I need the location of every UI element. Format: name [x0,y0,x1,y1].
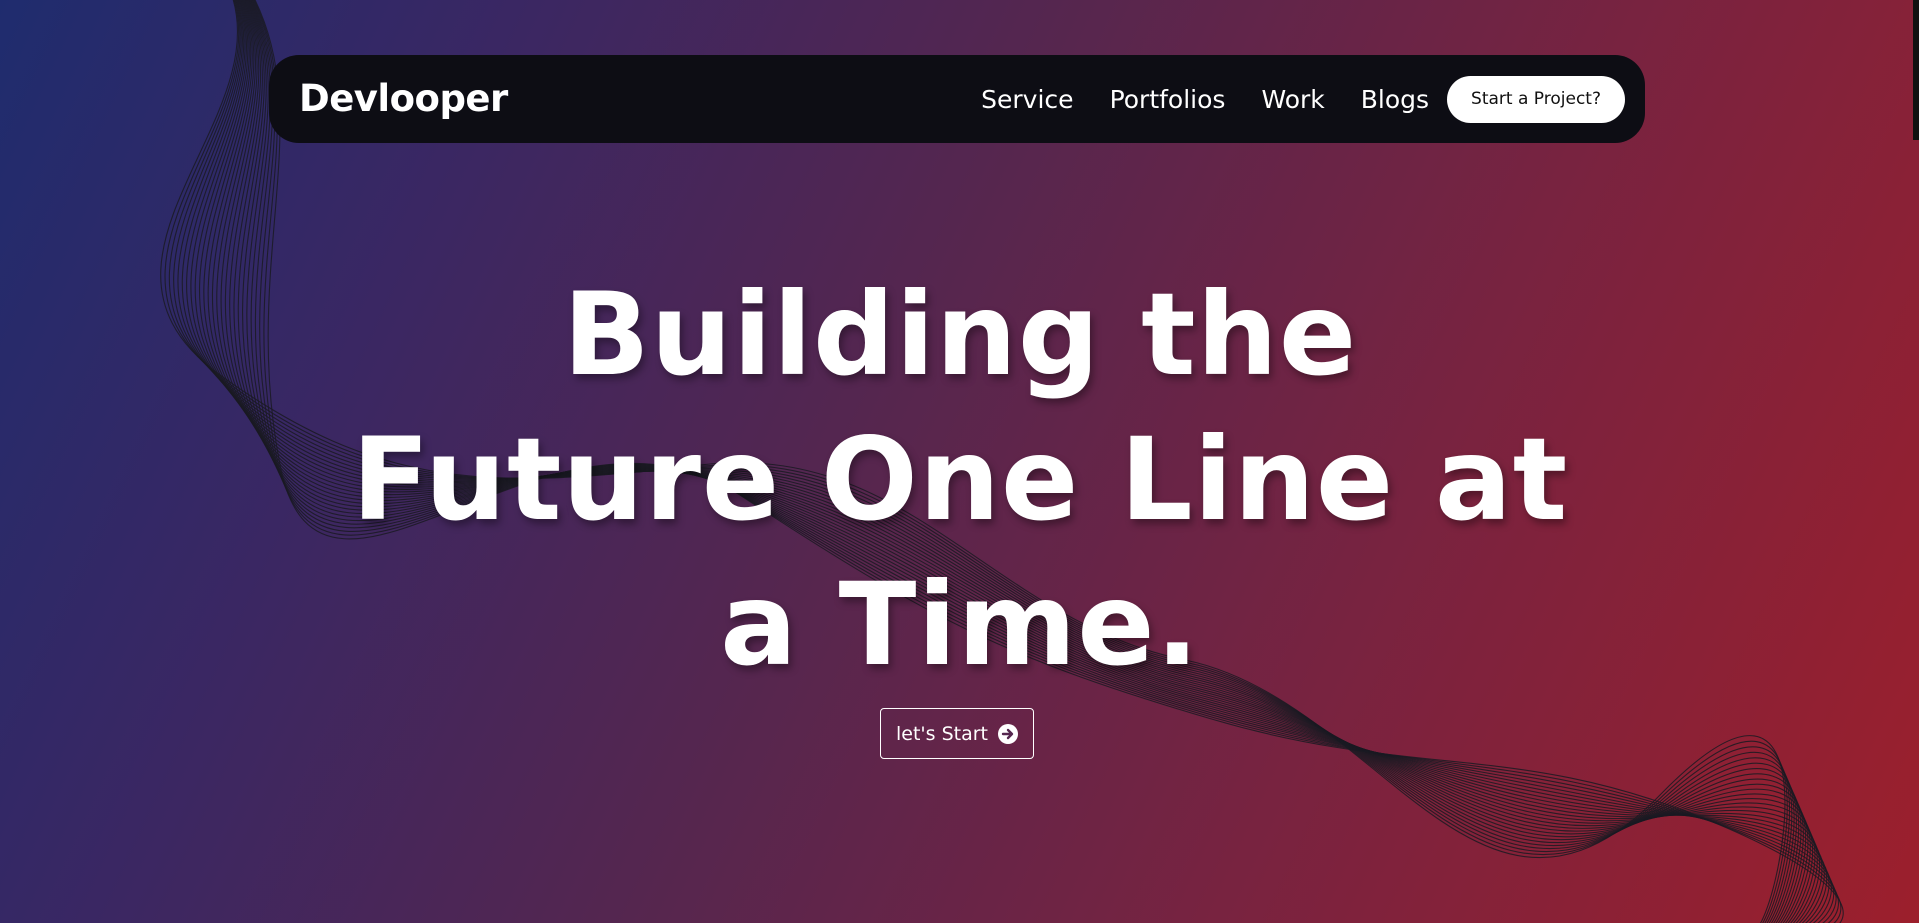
nav-item-work[interactable]: Work [1261,85,1324,114]
hero-title-line-2: Future One Line at [351,413,1569,546]
logo[interactable]: Devlooper [299,77,508,121]
navbar: Devlooper Service Portfolios Work Blogs … [269,55,1645,143]
hero-title: Building the Future One Line at a Time. [320,262,1600,697]
hero-title-line-1: Building the [562,268,1358,401]
nav-links: Service Portfolios Work Blogs Start a Pr… [981,55,1625,143]
hero-title-line-3: a Time. [720,558,1200,691]
start-project-button[interactable]: Start a Project? [1447,75,1625,123]
nav-item-blogs[interactable]: Blogs [1361,85,1429,114]
nav-item-portfolios[interactable]: Portfolios [1110,85,1226,114]
page: Devlooper Service Portfolios Work Blogs … [0,0,1919,923]
hero-section: Building the Future One Line at a Time. [320,262,1600,697]
lets-start-button[interactable]: let's Start [880,708,1034,759]
arrow-circle-right-icon [998,723,1018,744]
scrollbar-thumb[interactable] [1913,0,1919,140]
lets-start-label: let's Start [896,722,988,745]
nav-item-service[interactable]: Service [981,85,1073,114]
